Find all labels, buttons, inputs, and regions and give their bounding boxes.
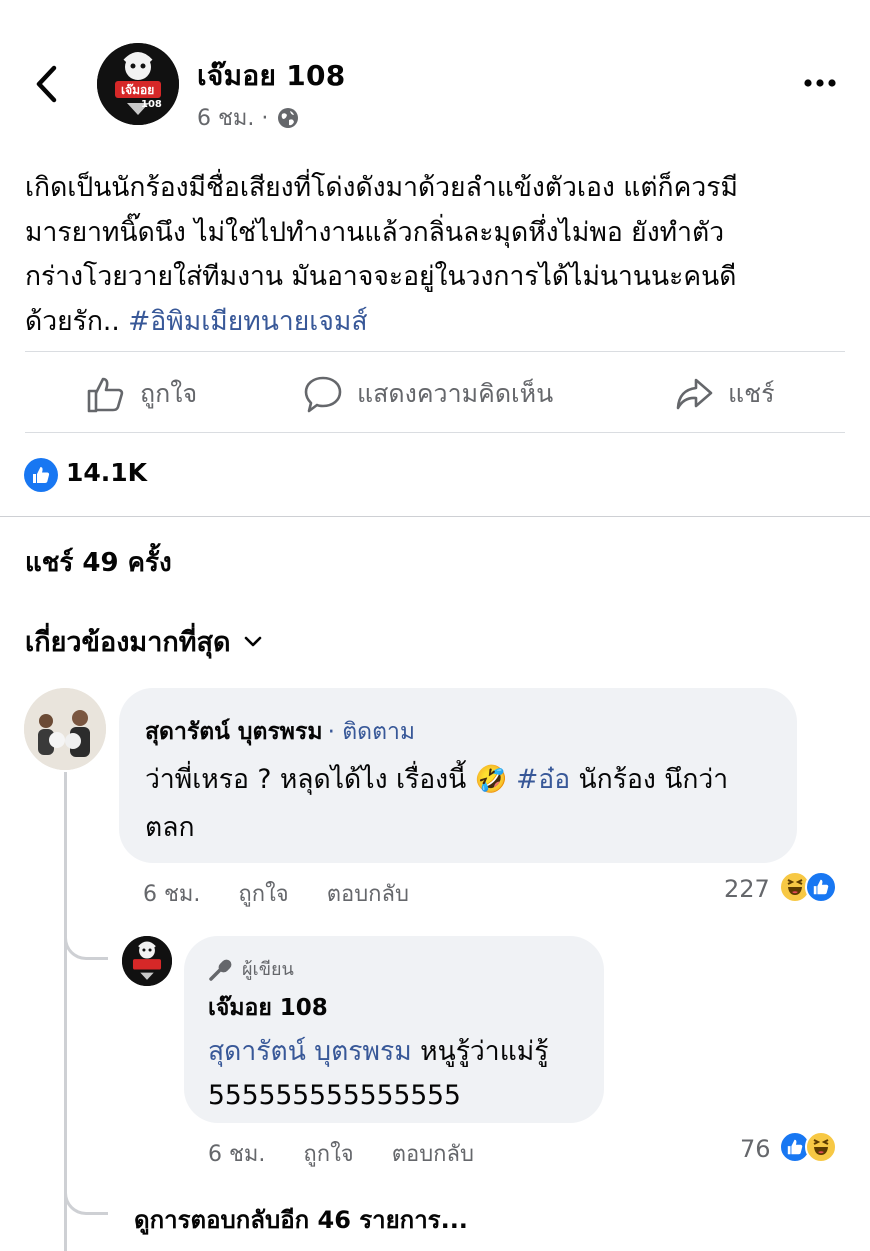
reply-meta: 6 ชม. ถูกใจ ตอบกลับ <box>208 1136 512 1171</box>
reply-text-line: 555555555555555 <box>208 1080 461 1111</box>
comment-meta: 6 ชม. ถูกใจ ตอบกลับ <box>143 876 447 911</box>
post-text-end: ด้วยรัก.. <box>25 305 129 337</box>
comment-reactions[interactable] <box>779 871 837 903</box>
reply-reactions[interactable] <box>779 1131 837 1163</box>
share-button[interactable]: แชร์ <box>674 370 775 418</box>
comment-sort-dropdown[interactable]: เกี่ยวข้องมากที่สุด <box>25 620 263 663</box>
reply-bubble: ผู้เขียน เจ๊มอย 108 สุดารัตน์ บุตรพรม หน… <box>184 936 604 1123</box>
post-hashtag[interactable]: #อิพิมเมียทนายเจมส์ <box>128 306 367 337</box>
reply-connector <box>64 925 108 960</box>
post-meta: 6 ชม. · <box>197 100 300 135</box>
microphone-icon <box>209 959 232 981</box>
like-button[interactable]: ถูกใจ <box>86 370 197 418</box>
haha-icon <box>805 1131 837 1163</box>
comment-hashtag[interactable]: #อ๋อ <box>516 764 570 795</box>
avatar[interactable] <box>24 688 106 770</box>
sort-label: เกี่ยวข้องมากที่สุด <box>25 627 231 658</box>
post-text-line: เกิดเป็นนักร้องมีชื่อเสียงที่โด่งดังมาด้… <box>25 172 738 203</box>
logo-number: 108 <box>141 99 162 110</box>
comment-text-part: นักร้อง นึกว่า <box>570 764 729 795</box>
post-text-line: กร่างโวยวายใส่ทีมงาน มันอาจจะอยู่ในวงการ… <box>25 261 737 292</box>
view-more-connector <box>64 1180 108 1215</box>
comment-label: แสดงความคิดเห็น <box>357 379 554 408</box>
comment-bubble-icon <box>304 376 342 413</box>
section-divider <box>0 516 870 517</box>
author-badge-label: ผู้เขียน <box>242 959 294 980</box>
reaction-count[interactable]: 14.1K <box>66 458 147 487</box>
view-more-replies-link[interactable]: ดูการตอบกลับอีก 46 รายการ... <box>134 1200 468 1239</box>
reply-like-button[interactable]: ถูกใจ <box>303 1136 353 1171</box>
chevron-down-icon <box>244 636 261 646</box>
comment-text-line: ตลก <box>145 812 195 843</box>
post-body: เกิดเป็นนักร้องมีชื่อเสียงที่โด่งดังมาด้… <box>25 166 845 344</box>
like-label: ถูกใจ <box>140 379 198 408</box>
comment-reaction-count[interactable]: 227 <box>724 875 770 903</box>
comment-header: สุดารัตน์ บุตรพรม · ติดตาม <box>145 714 415 750</box>
more-options-button[interactable] <box>800 70 840 94</box>
share-count[interactable]: แชร์ 49 ครั้ง <box>25 542 172 583</box>
reply-reaction-count[interactable]: 76 <box>740 1135 771 1163</box>
chevron-left-icon <box>36 65 57 103</box>
page-logo <box>122 936 172 986</box>
comment-button[interactable]: แสดงความคิดเห็น <box>303 370 553 418</box>
comment-reply-button[interactable]: ตอบกลับ <box>327 876 409 911</box>
like-icon[interactable] <box>24 458 58 492</box>
globe-icon <box>278 107 299 128</box>
divider <box>25 432 845 433</box>
comment-author[interactable]: สุดารัตน์ บุตรพรม <box>145 719 322 745</box>
comment-time[interactable]: 6 ชม. <box>143 876 200 911</box>
page-name[interactable]: เจ๊มอย 108 <box>197 54 346 98</box>
more-dots-icon <box>804 79 836 87</box>
reply-author[interactable]: เจ๊มอย 108 <box>208 990 328 1026</box>
comment-text-part: ว่าพี่เหรอ ? หลุดได้ไง เรื่องนี้ 🤣 <box>145 764 517 795</box>
commenter-photo <box>24 688 106 770</box>
divider <box>25 351 845 352</box>
comment-bubble: สุดารัตน์ บุตรพรม · ติดตาม ว่าพี่เหรอ ? … <box>119 688 797 863</box>
post-time[interactable]: 6 ชม. · <box>197 100 268 135</box>
back-button[interactable] <box>30 62 66 106</box>
post-text-last-line: ด้วยรัก.. #อิพิมเมียทนายเจมส์ <box>25 300 845 345</box>
mention-link[interactable]: สุดารัตน์ บุตรพรม <box>208 1036 412 1067</box>
page-avatar[interactable]: เจ๊มอย 108 <box>97 43 179 125</box>
reply-text: สุดารัตน์ บุตรพรม หนูรู้ว่าแม่รู้ 555555… <box>208 1028 598 1116</box>
reply-reply-button[interactable]: ตอบกลับ <box>392 1136 474 1171</box>
thumbs-up-outline-icon <box>87 377 124 413</box>
post-text-line: มารยาทนิ๊ดนึง ไม่ใช่ไปทำงานแล้วกลิ่นละมุ… <box>25 216 725 248</box>
like-icon <box>805 871 837 903</box>
share-label: แชร์ <box>728 379 775 408</box>
comment-text: ว่าพี่เหรอ ? หลุดได้ไง เรื่องนี้ 🤣 #อ๋อ … <box>145 756 785 852</box>
reply-text-part: หนูรู้ว่าแม่รู้ <box>411 1036 549 1067</box>
reply-time[interactable]: 6 ชม. <box>208 1136 265 1171</box>
logo-text: เจ๊มอย <box>121 83 155 97</box>
comment-like-button[interactable]: ถูกใจ <box>238 876 288 911</box>
follow-link[interactable]: · ติดตาม <box>328 719 416 745</box>
author-badge: ผู้เขียน <box>208 954 294 983</box>
share-arrow-icon <box>676 378 713 410</box>
avatar[interactable] <box>122 936 172 986</box>
